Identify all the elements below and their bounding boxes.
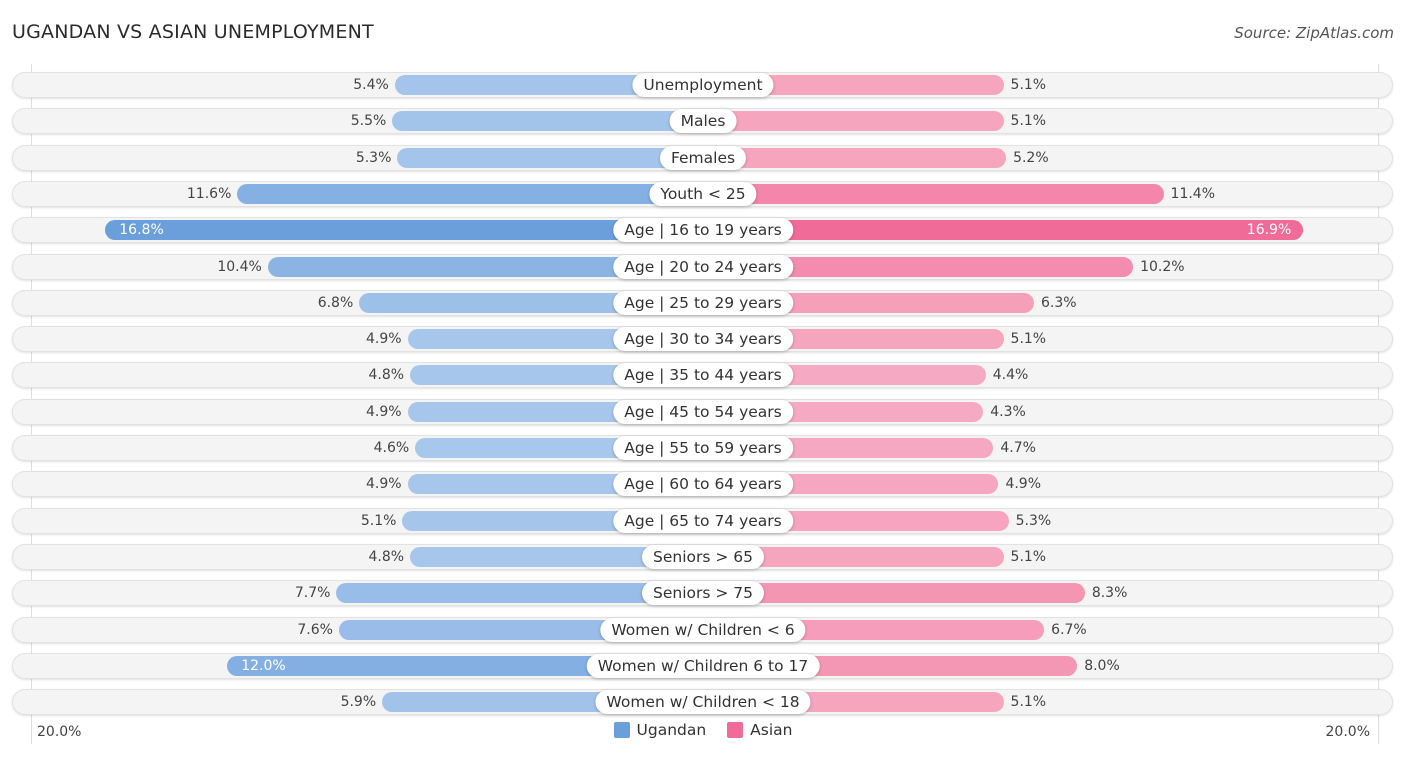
value-asian: 8.3%: [1091, 585, 1128, 602]
category-label: Youth < 25: [649, 181, 757, 206]
category-label: Age | 16 to 19 years: [613, 218, 793, 243]
category-label: Seniors > 75: [641, 581, 765, 606]
value-asian: 4.4%: [992, 367, 1029, 384]
value-ugandan: 16.8%: [119, 222, 164, 239]
value-ugandan: 5.9%: [340, 694, 377, 711]
value-ugandan: 5.3%: [355, 149, 392, 166]
category-label: Age | 45 to 54 years: [613, 399, 793, 424]
value-ugandan: 4.9%: [365, 476, 402, 493]
value-ugandan: 10.4%: [217, 258, 262, 275]
bar-asian: [703, 111, 1004, 132]
value-ugandan: 5.5%: [350, 113, 387, 130]
value-asian: 6.3%: [1041, 294, 1077, 311]
value-ugandan: 7.6%: [297, 621, 333, 638]
value-ugandan: 4.8%: [368, 367, 405, 384]
legend-label-ugandan: Ugandan: [636, 721, 707, 739]
value-asian: 5.1%: [1010, 77, 1047, 93]
category-label: Females: [659, 145, 747, 170]
bar-ugandan: [392, 111, 703, 132]
category-label: Age | 25 to 29 years: [613, 290, 793, 315]
category-label: Age | 20 to 24 years: [613, 254, 793, 279]
legend-item-ugandan: Ugandan: [613, 721, 707, 739]
value-asian: 5.1%: [1010, 694, 1047, 711]
value-asian: 16.9%: [1246, 222, 1292, 239]
value-asian: 10.2%: [1140, 258, 1185, 275]
value-ugandan: 4.6%: [373, 440, 410, 456]
value-asian: 4.9%: [1005, 476, 1042, 493]
chart-rows: 5.4% 5.1% Unemployment 5.5% 5.1% Males 5.3% 5.2…: [0, 0, 1406, 757]
value-ugandan: 5.1%: [360, 512, 397, 529]
value-asian: 4.3%: [990, 403, 1026, 420]
value-asian: 5.1%: [1010, 113, 1047, 130]
value-asian: 5.1%: [1010, 331, 1047, 348]
value-ugandan: 11.6%: [186, 185, 232, 202]
value-ugandan: 4.9%: [365, 331, 402, 348]
category-label: Age | 65 to 74 years: [613, 508, 793, 533]
category-label: Males: [669, 109, 737, 134]
value-asian: 4.7%: [1000, 440, 1036, 456]
value-ugandan: 4.9%: [365, 403, 402, 420]
legend-swatch-ugandan: [613, 722, 630, 738]
category-label: Unemployment: [632, 73, 774, 97]
legend-label-asian: Asian: [750, 721, 793, 739]
value-asian: 5.3%: [1015, 512, 1052, 529]
value-ugandan: 12.0%: [241, 657, 286, 674]
legend: Ugandan Asian: [0, 721, 1406, 743]
value-ugandan: 7.7%: [294, 585, 331, 602]
bar-ugandan: [397, 147, 703, 168]
category-label: Seniors > 65: [641, 544, 765, 569]
legend-item-asian: Asian: [727, 721, 792, 739]
category-label: Age | 55 to 59 years: [613, 436, 793, 460]
bar-asian: [703, 183, 1164, 204]
category-label: Women w/ Children 6 to 17: [586, 653, 820, 678]
category-label: Age | 30 to 34 years: [613, 327, 793, 352]
bar-ugandan: [237, 183, 703, 204]
category-label: Women w/ Children < 6: [600, 617, 806, 642]
value-asian: 5.2%: [1013, 149, 1049, 166]
category-label: Age | 35 to 44 years: [613, 363, 793, 388]
value-ugandan: 4.8%: [368, 548, 405, 565]
value-asian: 5.1%: [1010, 548, 1047, 565]
bar-asian: [703, 147, 1007, 168]
category-label: Women w/ Children < 18: [595, 690, 811, 715]
value-asian: 11.4%: [1170, 185, 1216, 202]
legend-swatch-asian: [727, 722, 744, 738]
value-asian: 6.7%: [1051, 621, 1087, 638]
bar-asian: [703, 220, 1304, 241]
value-ugandan: 6.8%: [317, 294, 354, 311]
value-ugandan: 5.4%: [353, 77, 389, 93]
category-label: Age | 60 to 64 years: [613, 472, 793, 497]
value-asian: 8.0%: [1084, 657, 1120, 674]
